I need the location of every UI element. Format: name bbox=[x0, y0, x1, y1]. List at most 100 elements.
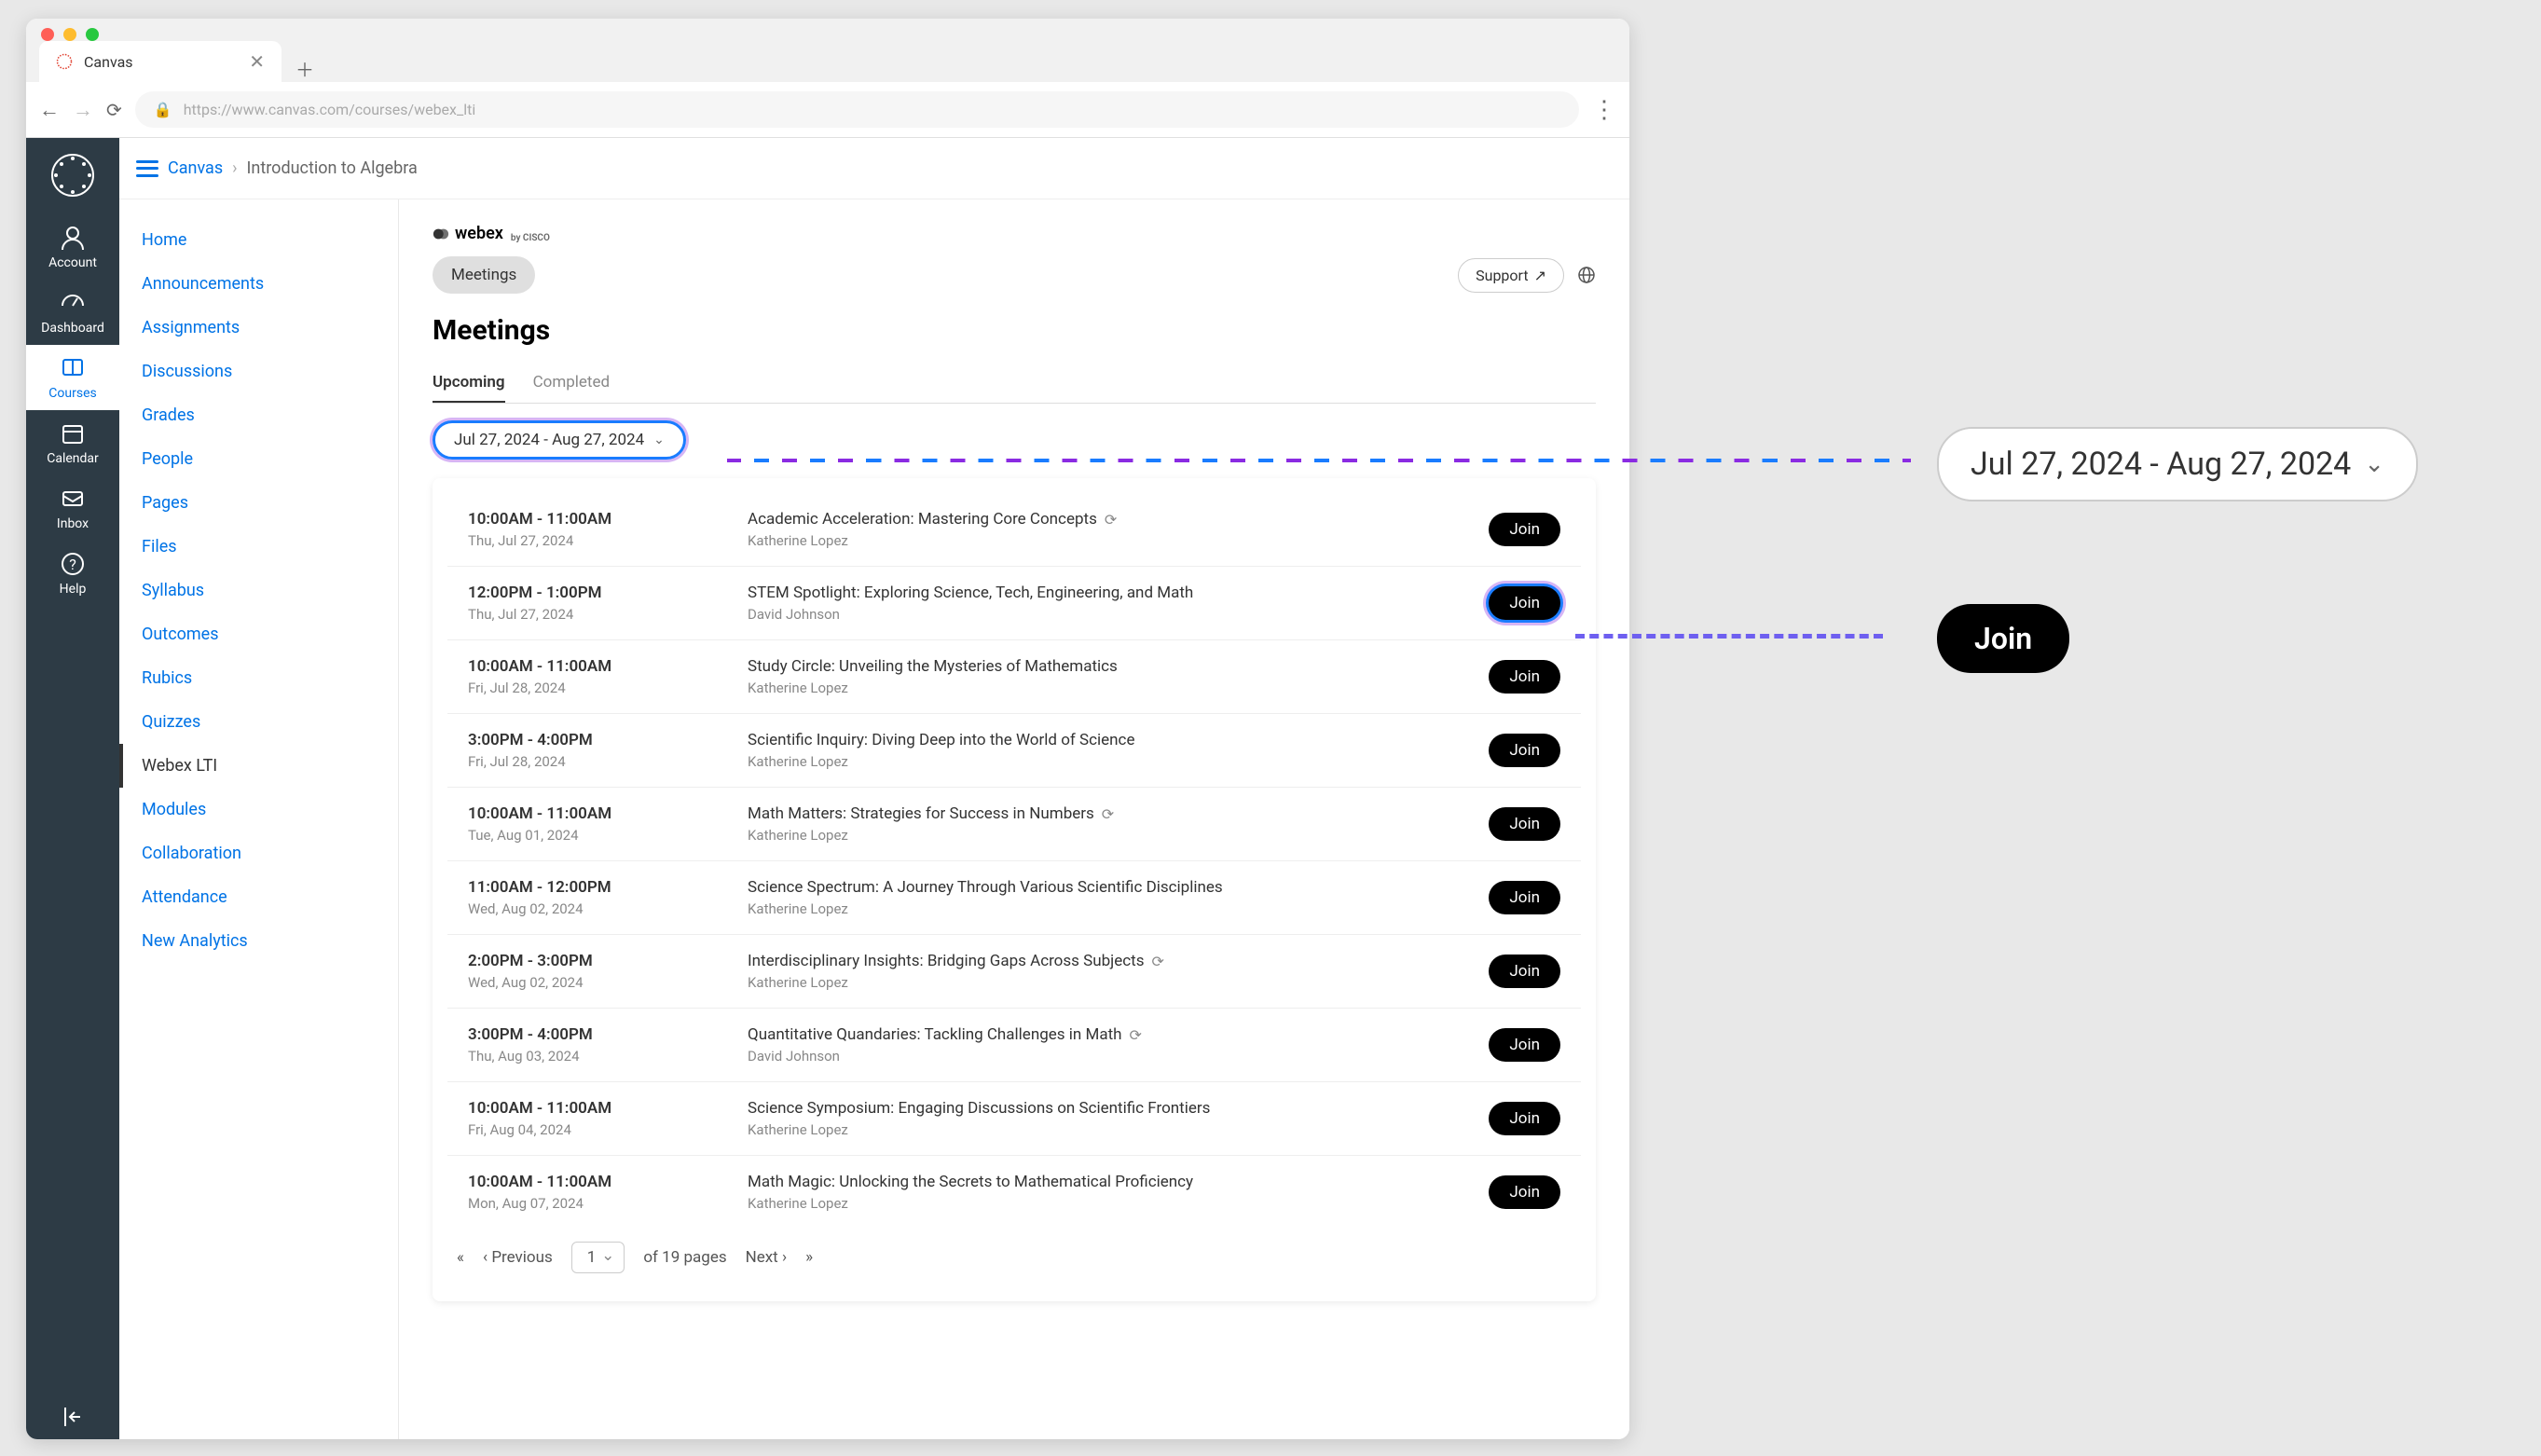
annotation-line bbox=[727, 459, 1911, 462]
date-range-picker[interactable]: Jul 27, 2024 - Aug 27, 2024 ⌄ bbox=[433, 420, 686, 460]
pager-first-button[interactable]: « bbox=[457, 1248, 464, 1267]
globe-icon[interactable] bbox=[1577, 266, 1596, 284]
join-button[interactable]: Join bbox=[1489, 955, 1560, 988]
url-text: https://www.canvas.com/courses/webex_lti bbox=[184, 101, 476, 118]
meeting-title-col: Math Magic: Unlocking the Secrets to Mat… bbox=[748, 1173, 1489, 1212]
pager-last-button[interactable]: » bbox=[805, 1248, 813, 1267]
hamburger-menu-button[interactable] bbox=[136, 160, 158, 177]
chevron-right-icon: › bbox=[232, 158, 237, 178]
nav-help[interactable]: ? Help bbox=[26, 541, 119, 606]
chevron-down-icon: ⌄ bbox=[2364, 450, 2384, 478]
breadcrumb-root[interactable]: Canvas bbox=[168, 158, 223, 178]
top-row: Meetings Support ↗ bbox=[433, 256, 1596, 294]
tab-strip: Canvas ✕ ＋ bbox=[26, 47, 1629, 82]
sidebar-link-outcomes[interactable]: Outcomes bbox=[119, 612, 398, 656]
browser-chrome: Canvas ✕ ＋ ← → ⟳ 🔒 https://www.canvas.co… bbox=[26, 19, 1629, 138]
sidebar-link-grades[interactable]: Grades bbox=[119, 393, 398, 437]
sidebar-link-new-analytics[interactable]: New Analytics bbox=[119, 919, 398, 963]
meeting-title-col: Study Circle: Unveiling the Mysteries of… bbox=[748, 657, 1489, 696]
sidebar-link-pages[interactable]: Pages bbox=[119, 481, 398, 525]
recurring-icon: ⟳ bbox=[1102, 805, 1114, 823]
canvas-logo-icon[interactable] bbox=[48, 151, 97, 199]
meeting-time: 10:00AM - 11:00AM bbox=[468, 657, 748, 676]
sidebar-link-collaboration[interactable]: Collaboration bbox=[119, 831, 398, 875]
meetings-chip[interactable]: Meetings bbox=[433, 256, 535, 294]
collapse-nav-button[interactable] bbox=[43, 1387, 103, 1439]
meeting-time: 10:00AM - 11:00AM bbox=[468, 1173, 748, 1191]
join-button[interactable]: Join bbox=[1489, 513, 1560, 546]
sidebar-link-discussions[interactable]: Discussions bbox=[119, 350, 398, 393]
reload-button[interactable]: ⟳ bbox=[106, 99, 122, 121]
meeting-host: Katherine Lopez bbox=[748, 827, 1489, 844]
meeting-time-col: 2:00PM - 3:00PMWed, Aug 02, 2024 bbox=[468, 952, 748, 991]
back-button[interactable]: ← bbox=[39, 98, 60, 122]
sidebar-link-attendance[interactable]: Attendance bbox=[119, 875, 398, 919]
meeting-host: David Johnson bbox=[748, 606, 1489, 623]
annotation-join-callout: Join bbox=[1937, 604, 2069, 673]
join-button[interactable]: Join bbox=[1489, 586, 1560, 620]
sidebar-link-assignments[interactable]: Assignments bbox=[119, 306, 398, 350]
browser-menu-button[interactable]: ⋮ bbox=[1592, 96, 1616, 124]
sidebar-link-webex-lti[interactable]: Webex LTI bbox=[119, 744, 398, 788]
meeting-time: 12:00PM - 1:00PM bbox=[468, 584, 748, 602]
nav-courses[interactable]: Courses bbox=[26, 345, 119, 410]
sidebar-link-syllabus[interactable]: Syllabus bbox=[119, 569, 398, 612]
nav-dashboard[interactable]: Dashboard bbox=[26, 280, 119, 345]
webex-logo: webex by CISCO bbox=[433, 224, 550, 243]
page-area: Canvas › Introduction to Algebra HomeAnn… bbox=[119, 138, 1629, 1439]
sidebar-link-announcements[interactable]: Announcements bbox=[119, 262, 398, 306]
sidebar-link-modules[interactable]: Modules bbox=[119, 788, 398, 831]
join-button[interactable]: Join bbox=[1489, 1102, 1560, 1135]
meetings-list: 10:00AM - 11:00AMThu, Jul 27, 2024Academ… bbox=[433, 478, 1596, 1301]
meeting-title-col: Science Spectrum: A Journey Through Vari… bbox=[748, 878, 1489, 917]
join-button[interactable]: Join bbox=[1489, 734, 1560, 767]
meeting-date: Tue, Aug 01, 2024 bbox=[468, 827, 748, 844]
minimize-window-icon[interactable] bbox=[63, 28, 76, 41]
nav-calendar[interactable]: Calendar bbox=[26, 410, 119, 475]
meeting-date: Fri, Jul 28, 2024 bbox=[468, 680, 748, 696]
join-button[interactable]: Join bbox=[1489, 1175, 1560, 1209]
address-bar[interactable]: 🔒 https://www.canvas.com/courses/webex_l… bbox=[135, 91, 1579, 128]
sidebar-link-rubics[interactable]: Rubics bbox=[119, 656, 398, 700]
pager-prev-button[interactable]: ‹ Previous bbox=[483, 1248, 553, 1267]
join-button[interactable]: Join bbox=[1489, 660, 1560, 694]
meeting-time-col: 10:00AM - 11:00AMTue, Aug 01, 2024 bbox=[468, 804, 748, 844]
external-link-icon: ↗ bbox=[1534, 267, 1546, 284]
tab-close-icon[interactable]: ✕ bbox=[249, 50, 265, 73]
breadcrumb-course: Introduction to Algebra bbox=[247, 158, 418, 178]
nav-inbox[interactable]: Inbox bbox=[26, 475, 119, 541]
sidebar-link-quizzes[interactable]: Quizzes bbox=[119, 700, 398, 744]
meeting-time-col: 10:00AM - 11:00AM Fri, Jul 28, 2024 bbox=[468, 657, 748, 696]
close-window-icon[interactable] bbox=[41, 28, 54, 41]
join-button[interactable]: Join bbox=[1489, 807, 1560, 841]
pager: « ‹ Previous 1 of 19 pages Next › bbox=[447, 1229, 1581, 1286]
browser-tab-canvas[interactable]: Canvas ✕ bbox=[39, 41, 282, 82]
support-button[interactable]: Support ↗ bbox=[1458, 258, 1564, 293]
nav-label: Calendar bbox=[47, 451, 99, 466]
meeting-date: Mon, Aug 07, 2024 bbox=[468, 1195, 748, 1212]
nav-label: Account bbox=[48, 255, 97, 270]
pager-of-pages: of 19 pages bbox=[643, 1248, 726, 1267]
meeting-row: 10:00AM - 11:00AM Mon, Aug 07, 2024Math M… bbox=[447, 1156, 1581, 1229]
new-tab-button[interactable]: ＋ bbox=[291, 54, 319, 82]
meeting-row: 10:00AM - 11:00AMTue, Aug 01, 2024Math M… bbox=[447, 788, 1581, 861]
inbox-icon bbox=[59, 485, 87, 513]
forward-button[interactable]: → bbox=[73, 98, 93, 122]
join-button[interactable]: Join bbox=[1489, 881, 1560, 914]
nav-account[interactable]: Account bbox=[26, 214, 119, 280]
maximize-window-icon[interactable] bbox=[86, 28, 99, 41]
join-button[interactable]: Join bbox=[1489, 1028, 1560, 1062]
meeting-row: 10:00AM - 11:00AM Fri, Jul 28, 2024Study … bbox=[447, 640, 1581, 714]
sidebar-link-files[interactable]: Files bbox=[119, 525, 398, 569]
chevron-down-icon: ⌄ bbox=[653, 433, 665, 447]
tab-upcoming[interactable]: Upcoming bbox=[433, 364, 505, 403]
meeting-title-col: Quantitative Quandaries: Tackling Challe… bbox=[748, 1025, 1489, 1065]
account-icon bbox=[59, 224, 87, 252]
pager-page-select[interactable]: 1 bbox=[571, 1242, 625, 1273]
tab-completed[interactable]: Completed bbox=[533, 364, 611, 403]
meeting-time: 11:00AM - 12:00PM bbox=[468, 878, 748, 897]
pager-next-button[interactable]: Next › bbox=[746, 1248, 787, 1267]
sidebar-link-home[interactable]: Home bbox=[119, 218, 398, 262]
support-label: Support bbox=[1476, 267, 1528, 284]
sidebar-link-people[interactable]: People bbox=[119, 437, 398, 481]
